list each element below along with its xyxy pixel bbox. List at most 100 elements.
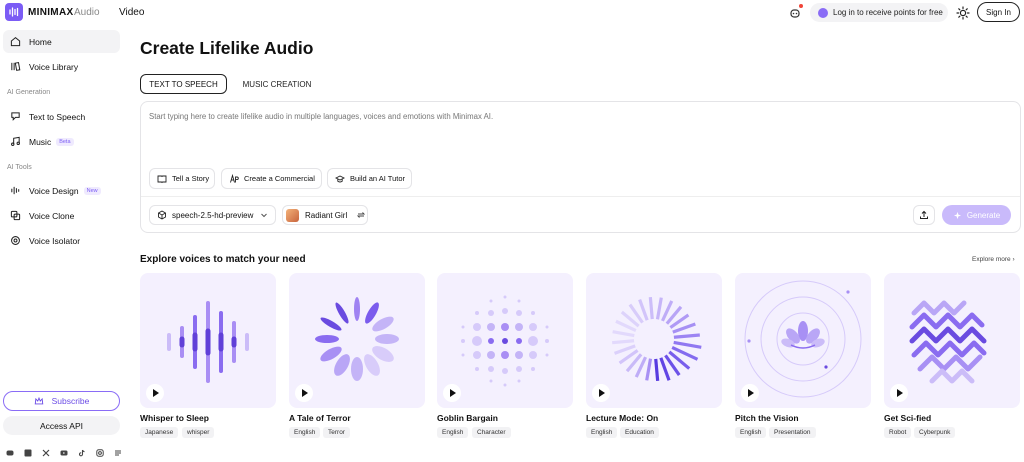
- sidebar-item-voice-library[interactable]: Voice Library: [3, 55, 120, 78]
- editor-placeholder[interactable]: Start typing here to create lifelike aud…: [149, 112, 493, 121]
- theme-toggle-icon[interactable]: [956, 6, 970, 20]
- chevron-down-icon: [261, 213, 268, 218]
- linkedin-icon[interactable]: [24, 444, 32, 457]
- card-tag: Presentation: [769, 427, 816, 438]
- voice-card-get-sci-fied[interactable]: [884, 273, 1020, 408]
- card-title[interactable]: Goblin Bargain: [437, 413, 498, 423]
- card-tag: Robot: [884, 427, 912, 438]
- voice-isolator-icon: [11, 236, 20, 245]
- card-title[interactable]: Lecture Mode: On: [586, 413, 658, 423]
- suggestion-label: Tell a Story: [172, 174, 210, 183]
- instagram-icon[interactable]: [96, 444, 104, 457]
- tiktok-icon[interactable]: [78, 444, 86, 457]
- brand-name[interactable]: MINIMAX: [28, 7, 73, 18]
- social-links: [6, 444, 122, 457]
- card-tag: Terror: [323, 427, 350, 438]
- section-ai-tools: AI Tools: [7, 164, 32, 171]
- card-tag: English: [289, 427, 321, 438]
- upload-icon: [920, 210, 928, 219]
- voice-clone-icon: [10, 210, 21, 221]
- subscribe-label: Subscribe: [51, 396, 90, 406]
- logo-icon[interactable]: [5, 3, 23, 21]
- commercial-icon: [230, 173, 239, 183]
- card-title[interactable]: A Tale of Terror: [289, 413, 351, 423]
- play-button[interactable]: [443, 384, 461, 402]
- cube-icon: [158, 210, 166, 220]
- page-title: Create Lifelike Audio: [140, 38, 314, 58]
- sidebar-item-home[interactable]: Home: [3, 30, 120, 53]
- card-title[interactable]: Get Sci-fied: [884, 413, 931, 423]
- voice-card-lecture-mode-on[interactable]: [586, 273, 722, 408]
- nav-audio[interactable]: Audio: [74, 7, 100, 18]
- login-points-label: Log in to receive points for free: [833, 8, 943, 17]
- tab-text-to-speech[interactable]: TEXT TO SPEECH: [140, 74, 227, 94]
- sidebar-item-voice-clone[interactable]: Voice Clone: [3, 204, 120, 227]
- swap-icon: [357, 212, 366, 218]
- sidebar-item-label: Voice Isolator: [29, 235, 81, 246]
- play-button[interactable]: [146, 384, 164, 402]
- youtube-icon[interactable]: [60, 444, 68, 456]
- coin-icon: [818, 7, 828, 18]
- play-button[interactable]: [592, 384, 610, 402]
- sidebar-item-text-to-speech[interactable]: Text to Speech: [3, 105, 120, 128]
- voice-card-a-tale-of-terror[interactable]: [289, 273, 425, 408]
- sidebar-item-music[interactable]: Music Beta: [3, 130, 120, 153]
- sign-in-button[interactable]: Sign In: [977, 2, 1020, 22]
- beta-badge: Beta: [56, 137, 74, 146]
- tab-music-creation[interactable]: MUSIC CREATION: [233, 74, 321, 94]
- voice-select[interactable]: Radiant Girl: [282, 205, 368, 225]
- sidebar-item-label: Text to Speech: [29, 111, 86, 122]
- nav-video[interactable]: Video: [119, 7, 144, 18]
- explore-more-label: Explore more: [972, 256, 1011, 263]
- explore-more-link[interactable]: Explore more ›: [972, 256, 1015, 263]
- mail-icon[interactable]: [114, 444, 122, 456]
- suggestion-label: Create a Commercial: [244, 174, 315, 183]
- voice-avatar: [286, 208, 299, 222]
- graduation-cap-icon: [335, 174, 345, 182]
- upload-button[interactable]: [913, 205, 935, 225]
- suggestion-tell-a-story[interactable]: Tell a Story: [149, 168, 215, 189]
- card-tag: Education: [620, 427, 659, 438]
- x-icon[interactable]: [42, 444, 50, 457]
- subscribe-button[interactable]: Subscribe: [3, 391, 120, 411]
- generate-button[interactable]: Generate: [942, 205, 1011, 225]
- suggestion-build-an-ai-tutor[interactable]: Build an AI Tutor: [327, 168, 412, 189]
- home-icon: [10, 36, 21, 47]
- music-icon: [11, 136, 20, 146]
- notification-dot: [799, 4, 803, 8]
- card-tag: whisper: [182, 427, 215, 438]
- sidebar-item-label: Voice Library: [29, 61, 79, 72]
- discord-icon[interactable]: [6, 444, 14, 456]
- model-value: speech-2.5-hd-preview: [172, 210, 254, 220]
- new-badge: New: [83, 186, 101, 195]
- top-bar: MINIMAX Audio Video Log in to receive po…: [0, 0, 1024, 26]
- sidebar-item-label: Voice Design: [29, 185, 79, 196]
- sparkle-icon: [953, 211, 961, 219]
- card-title[interactable]: Whisper to Sleep: [140, 413, 209, 423]
- crown-icon: [34, 396, 43, 405]
- play-button[interactable]: [741, 384, 759, 402]
- model-select[interactable]: speech-2.5-hd-preview: [149, 205, 276, 225]
- section-ai-generation: AI Generation: [7, 89, 51, 96]
- card-tag: Japanese: [140, 427, 179, 438]
- access-api-button[interactable]: Access API: [3, 416, 120, 435]
- voice-card-whisper-to-sleep[interactable]: [140, 273, 276, 408]
- card-title[interactable]: Pitch the Vision: [735, 413, 799, 423]
- sidebar-item-label: Home: [29, 36, 52, 47]
- card-tag: Cyberpunk: [914, 427, 956, 438]
- suggestion-create-a-commercial[interactable]: Create a Commercial: [221, 168, 322, 189]
- sidebar-item-label: Voice Clone: [29, 210, 75, 221]
- text-to-speech-icon: [11, 112, 20, 121]
- sidebar-item-voice-isolator[interactable]: Voice Isolator: [3, 229, 120, 252]
- login-points-button[interactable]: Log in to receive points for free: [810, 3, 948, 22]
- editor-divider: [141, 196, 1020, 197]
- play-button[interactable]: [295, 384, 313, 402]
- voice-card-pitch-the-vision[interactable]: [735, 273, 871, 408]
- notification-icon[interactable]: [788, 6, 802, 20]
- library-icon: [11, 61, 21, 71]
- play-button[interactable]: [890, 384, 908, 402]
- voice-card-goblin-bargain[interactable]: [437, 273, 573, 408]
- sidebar-item-voice-design[interactable]: Voice Design New: [3, 179, 120, 202]
- generate-label: Generate: [966, 210, 1001, 220]
- explore-heading: Explore voices to match your need: [140, 254, 306, 265]
